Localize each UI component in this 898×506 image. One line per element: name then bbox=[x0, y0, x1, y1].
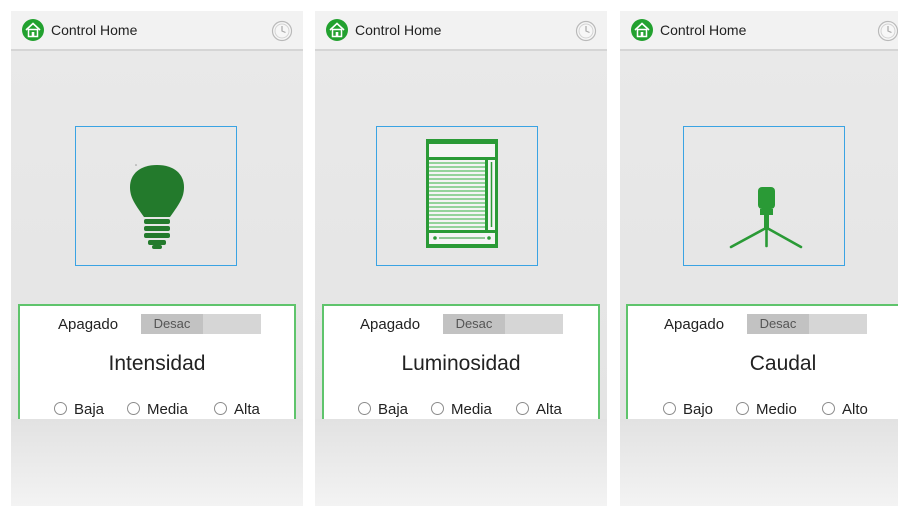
option-medium[interactable]: Medio bbox=[736, 401, 797, 418]
radio-circle[interactable] bbox=[214, 402, 227, 415]
radio-circle[interactable] bbox=[822, 402, 835, 415]
radio-circle[interactable] bbox=[127, 402, 140, 415]
toggle-thumb-label: Desac bbox=[443, 314, 505, 334]
app-title: Control Home bbox=[355, 22, 442, 38]
mode-title: Caudal bbox=[749, 352, 817, 375]
option-medium[interactable]: Media bbox=[431, 401, 492, 418]
mode-title: Intensidad bbox=[108, 352, 206, 375]
power-toggle[interactable]: Desac bbox=[141, 314, 261, 334]
state-label: Apagado bbox=[360, 316, 421, 333]
action-bar: Control Home bbox=[11, 11, 303, 51]
option-high[interactable]: Alta bbox=[214, 401, 260, 418]
home-icon[interactable] bbox=[326, 19, 348, 41]
bottom-area bbox=[620, 419, 898, 506]
bottom-area bbox=[315, 419, 607, 506]
home-icon[interactable] bbox=[22, 19, 44, 41]
clock-icon[interactable] bbox=[271, 20, 293, 42]
option-low[interactable]: Bajo bbox=[663, 401, 713, 418]
option-high[interactable]: Alta bbox=[516, 401, 562, 418]
device-image-frame[interactable] bbox=[75, 126, 237, 266]
clock-icon[interactable] bbox=[877, 20, 898, 42]
radio-circle[interactable] bbox=[358, 402, 371, 415]
home-icon[interactable] bbox=[631, 19, 653, 41]
power-toggle[interactable]: Desac bbox=[747, 314, 867, 334]
light-bulb-icon bbox=[130, 164, 184, 249]
device-image-frame[interactable] bbox=[376, 126, 538, 266]
radio-circle[interactable] bbox=[431, 402, 444, 415]
screen-light: Control Home Apagado Desac Intensidad Ba… bbox=[11, 11, 303, 506]
state-label: Apagado bbox=[58, 316, 119, 333]
radio-circle[interactable] bbox=[736, 402, 749, 415]
control-panel: Apagado Desac Intensidad Baja Media Alta bbox=[18, 304, 296, 421]
control-panel: Apagado Desac Luminosidad Baja Media Alt… bbox=[322, 304, 600, 421]
radio-circle[interactable] bbox=[663, 402, 676, 415]
control-panel: Apagado Desac Caudal Bajo Medio Alto bbox=[626, 304, 898, 421]
toggle-thumb-label: Desac bbox=[141, 314, 203, 334]
toggle-thumb-label: Desac bbox=[747, 314, 809, 334]
power-toggle[interactable]: Desac bbox=[443, 314, 563, 334]
bottom-area bbox=[11, 419, 303, 506]
sprinkler-icon bbox=[729, 187, 803, 249]
app-title: Control Home bbox=[51, 22, 138, 38]
radio-circle[interactable] bbox=[516, 402, 529, 415]
option-low[interactable]: Baja bbox=[358, 401, 408, 418]
app-title: Control Home bbox=[660, 22, 747, 38]
state-label: Apagado bbox=[664, 316, 725, 333]
option-low[interactable]: Baja bbox=[54, 401, 104, 418]
option-high[interactable]: Alto bbox=[822, 401, 868, 418]
screen-blind: Control Home Apagado Desac Luminosidad B… bbox=[315, 11, 607, 506]
radio-circle[interactable] bbox=[54, 402, 67, 415]
screen-sprinkler: Control Home Apagado Desac Caudal Bajo M… bbox=[620, 11, 898, 506]
action-bar: Control Home bbox=[620, 11, 898, 51]
window-blind-icon bbox=[426, 139, 498, 248]
option-medium[interactable]: Media bbox=[127, 401, 188, 418]
device-image-frame[interactable] bbox=[683, 126, 845, 266]
mode-title: Luminosidad bbox=[401, 352, 521, 375]
action-bar: Control Home bbox=[315, 11, 607, 51]
clock-icon[interactable] bbox=[575, 20, 597, 42]
